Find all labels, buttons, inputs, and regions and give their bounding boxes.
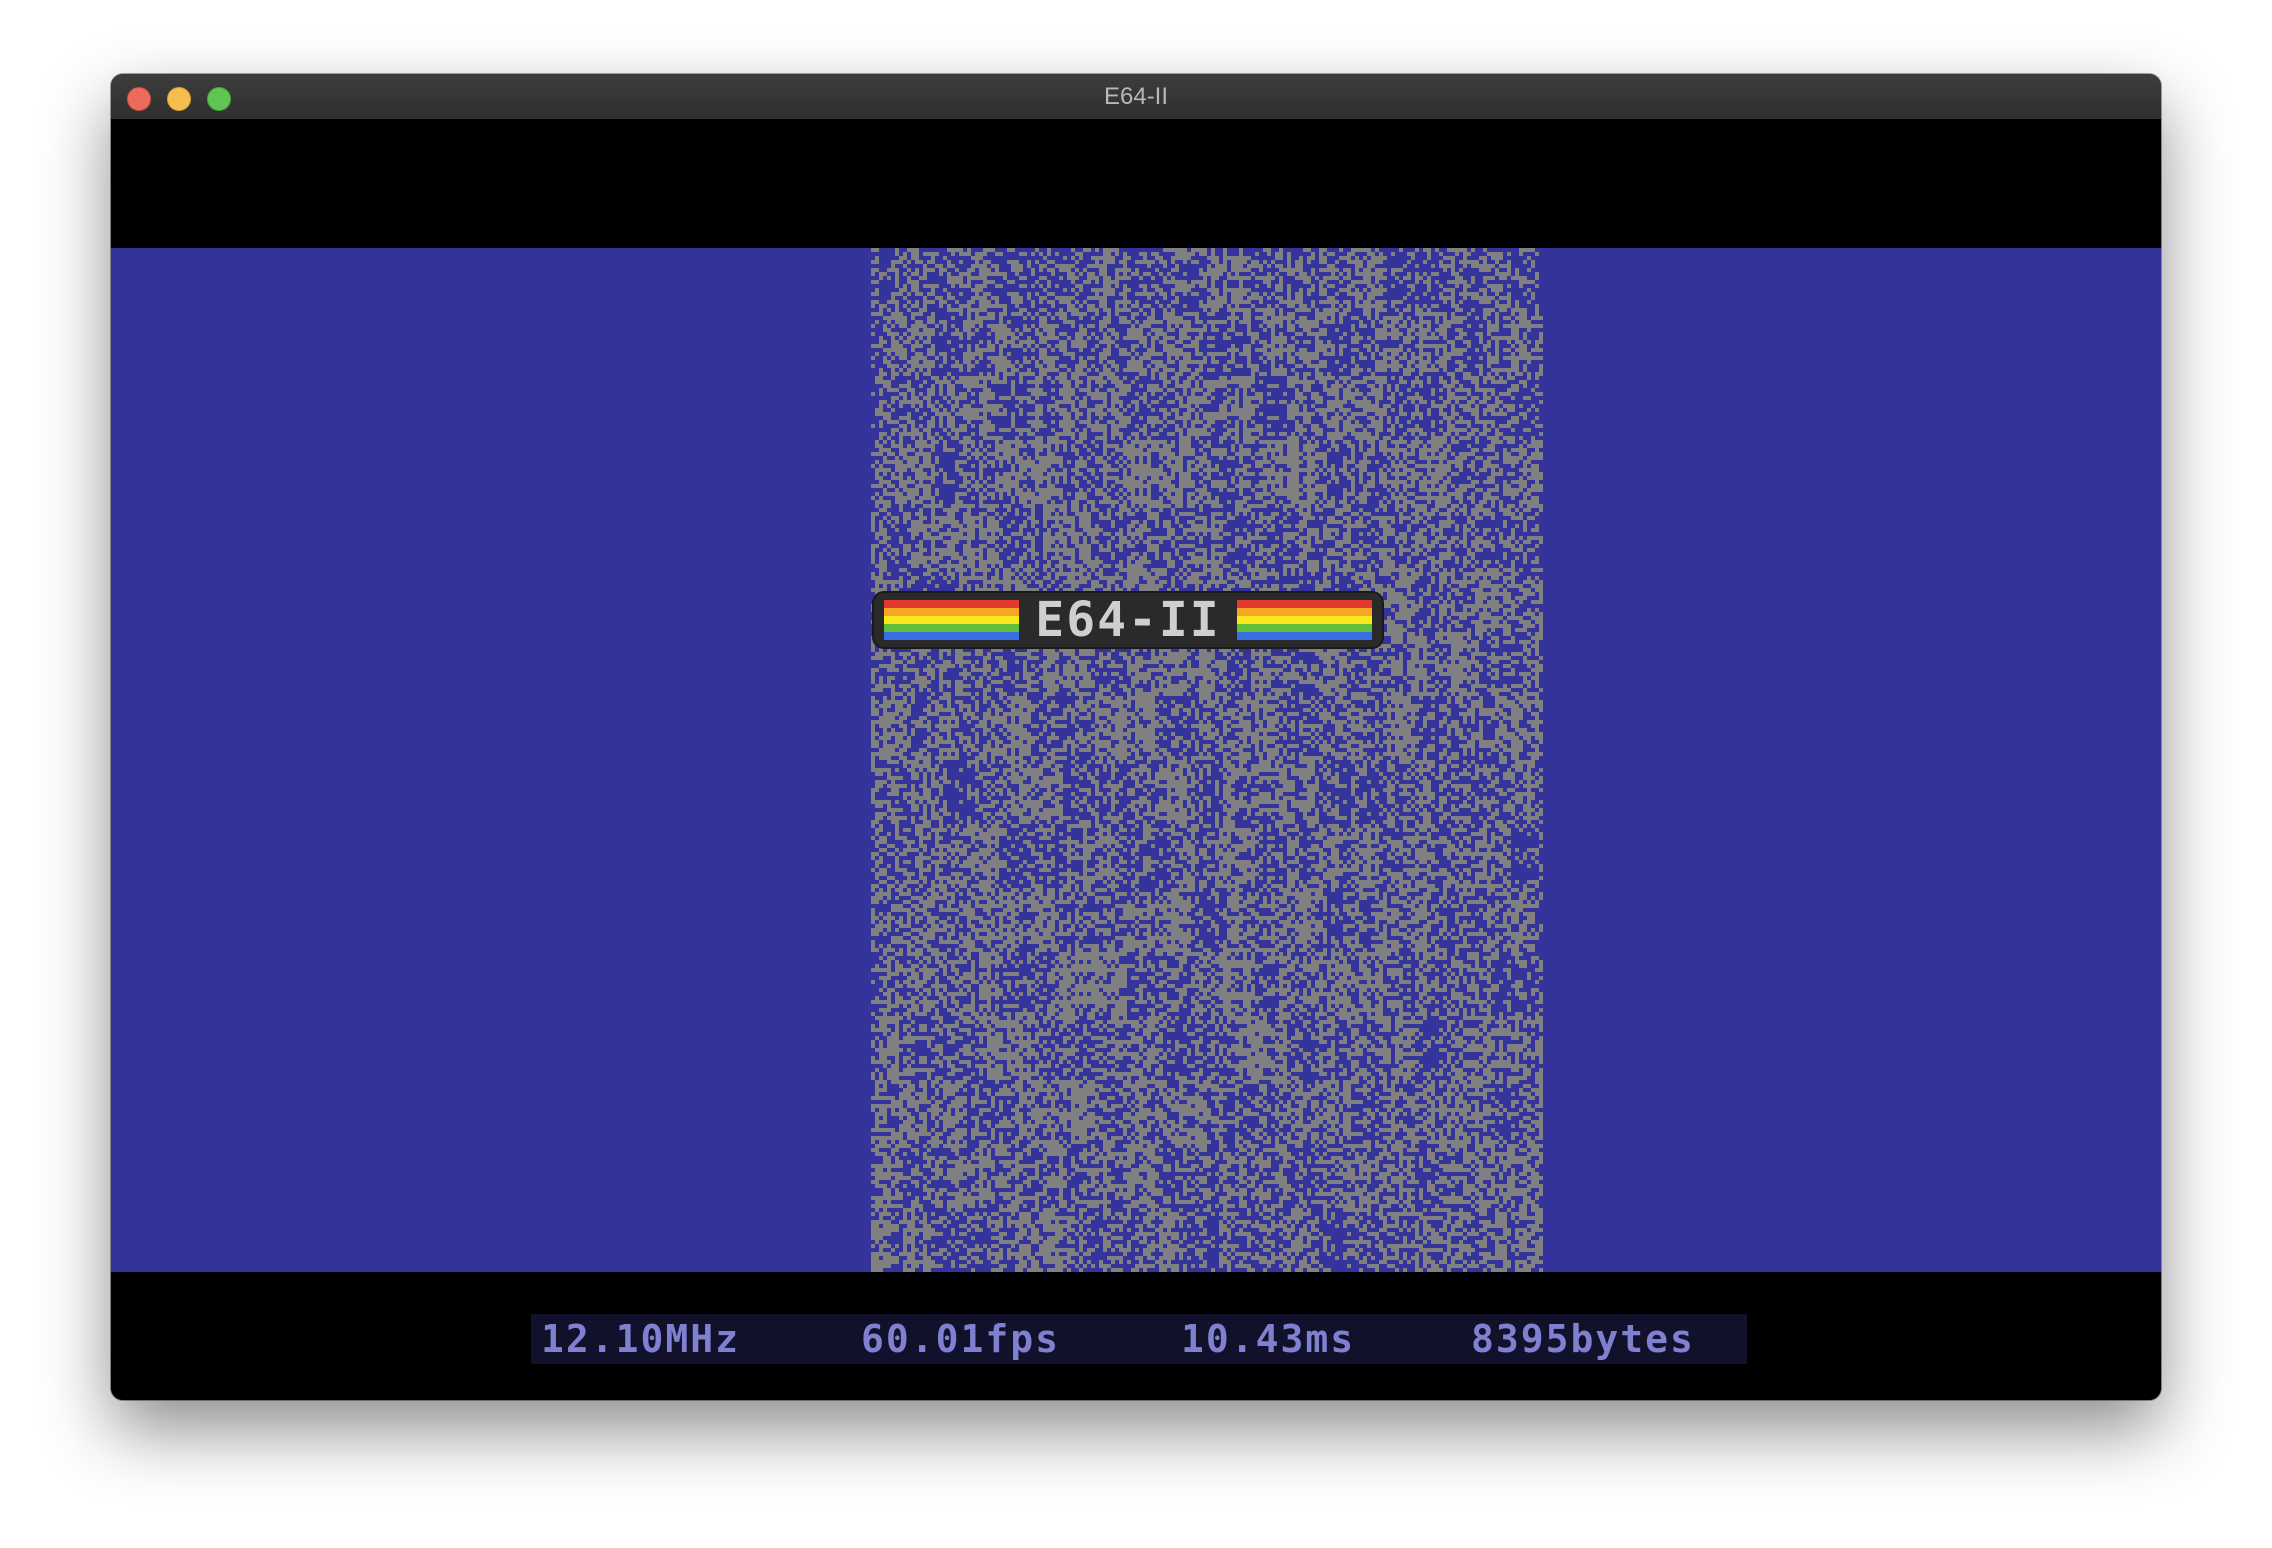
title-bar[interactable]: E64-II: [111, 74, 2161, 120]
logo-text: E64-II: [1035, 592, 1221, 648]
emulator-screen[interactable]: E64-II 12.10MHz 60.01fps 10.43ms 8395byt…: [111, 119, 2161, 1400]
status-frame-time: 10.43ms: [1181, 1314, 1356, 1364]
status-fps: 60.01fps: [861, 1314, 1061, 1364]
rainbow-stripes-right: [1237, 600, 1372, 640]
window-title: E64-II: [1103, 83, 1169, 110]
e64-logo: E64-II: [874, 593, 1382, 647]
charset-glyphs: [871, 248, 1543, 1272]
rainbow-stripes-left: [884, 600, 1019, 640]
status-clock: 12.10MHz: [541, 1314, 741, 1364]
charset-glyph-field: [871, 248, 1543, 1272]
status-memory: 8395bytes: [1471, 1314, 1695, 1364]
status-bar: 12.10MHz 60.01fps 10.43ms 8395bytes: [531, 1314, 1747, 1364]
emulator-display: E64-II: [111, 248, 2161, 1272]
app-window: E64-II E64-II 12.10MHz 60.01fps 10.43ms …: [111, 74, 2161, 1400]
